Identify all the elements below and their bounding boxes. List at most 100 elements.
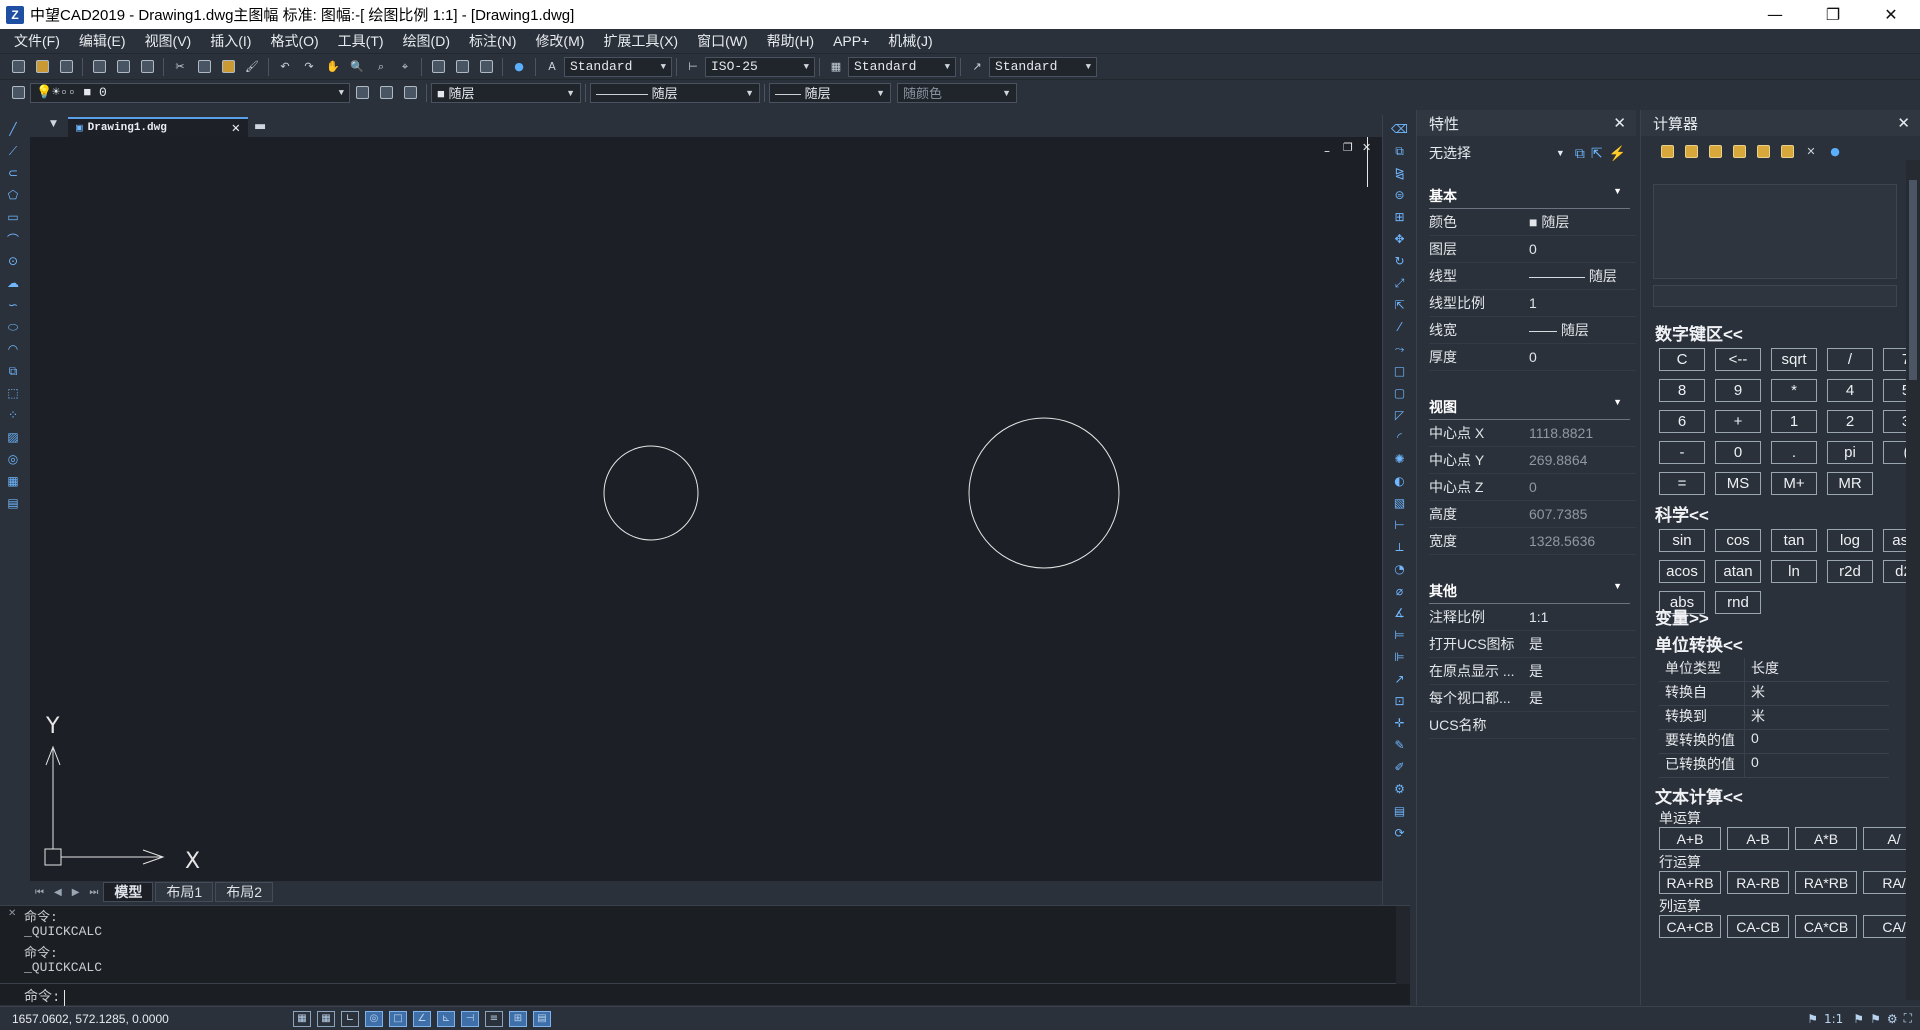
drawing-canvas[interactable]: Y X – ❐ ✕ [30, 137, 1382, 881]
prop-row-thickness[interactable]: 厚度 0 [1429, 344, 1636, 371]
region-icon[interactable]: ◎ [5, 451, 21, 467]
offset-icon[interactable]: ⊜ [1392, 187, 1408, 203]
unit-row-type[interactable]: 单位类型 长度 [1659, 658, 1889, 682]
first-layout-icon[interactable]: ⏮ [35, 887, 44, 898]
menu-window[interactable]: 窗口(W) [697, 31, 748, 51]
calculator-input-field[interactable] [1653, 285, 1897, 307]
last-layout-icon[interactable]: ⏭ [89, 887, 98, 898]
stretch-icon[interactable]: ⇱ [1392, 297, 1408, 313]
dim-linear-icon[interactable]: ⊢ [1392, 517, 1408, 533]
calc-key[interactable]: tan [1771, 529, 1817, 552]
trim-icon[interactable]: ⁄ [1392, 319, 1408, 335]
close-button[interactable]: ✕ [1862, 0, 1920, 29]
small-circle[interactable] [603, 445, 699, 541]
print-icon[interactable] [90, 58, 108, 76]
plotstyle-select[interactable]: 随颜色 ▼ [897, 82, 1017, 103]
zoom-realtime-icon[interactable]: 🔍 [348, 58, 366, 76]
properties-close-icon[interactable]: ✕ [1613, 114, 1626, 132]
dim-continue-icon[interactable]: ⊫ [1392, 649, 1408, 665]
menu-edit[interactable]: 编辑(E) [79, 31, 126, 51]
properties-icon[interactable] [429, 58, 447, 76]
toggle-pickadd-icon[interactable]: ⧉ [1575, 145, 1585, 162]
ellipse-icon[interactable]: ⬭ [5, 319, 21, 335]
calc-key[interactable]: atan [1715, 560, 1761, 583]
polyline-icon[interactable]: ⊂ [5, 165, 21, 181]
calc-key[interactable]: CA-CB [1727, 915, 1789, 938]
workspace-icon[interactable]: ⚑ [1870, 1012, 1881, 1026]
prop-row-ucs-per-viewport[interactable]: 每个视口都... 是 [1429, 685, 1636, 712]
hatchedit-icon[interactable]: ▧ [1392, 495, 1408, 511]
tab-layout2[interactable]: 布局2 [215, 882, 273, 902]
view-section-header[interactable]: 视图 ▼ [1429, 397, 1630, 420]
snap-toggle-icon[interactable]: ▦ [293, 1010, 311, 1027]
open-icon[interactable] [33, 58, 51, 76]
close-tab-icon[interactable]: ✕ [232, 120, 240, 137]
lineweight-select[interactable]: —— 随层 ▼ [769, 82, 891, 103]
array-icon[interactable]: ⊞ [1392, 209, 1408, 225]
menu-app[interactable]: APP+ [833, 33, 869, 49]
calc-key[interactable]: M+ [1771, 472, 1817, 495]
clear-history-icon[interactable] [1682, 142, 1700, 160]
viewport-minimize-icon[interactable]: – [1324, 144, 1330, 158]
tab-layout1[interactable]: 布局1 [155, 882, 214, 902]
selection-select[interactable]: 无选择 ▼ ⧉ ⇱ ⚡ [1417, 136, 1636, 170]
annotation-visibility-icon[interactable]: ⚑ [1807, 1012, 1818, 1026]
calc-key[interactable]: rnd [1715, 591, 1761, 614]
command-input[interactable]: 命令: [0, 983, 1396, 1006]
get-distance-icon[interactable] [1754, 142, 1772, 160]
calc-key[interactable]: 9 [1715, 379, 1761, 402]
new-icon[interactable] [9, 58, 27, 76]
menu-mechanical[interactable]: 机械(J) [888, 31, 932, 51]
pan-icon[interactable]: ✋ [324, 58, 342, 76]
otrack-toggle-icon[interactable]: ∠ [413, 1010, 431, 1027]
menu-tools[interactable]: 工具(T) [338, 31, 384, 51]
dim-radius-icon[interactable]: ◔ [1392, 561, 1408, 577]
fillet-icon[interactable]: ◜ [1392, 429, 1408, 445]
calc-key[interactable]: 0 [1715, 441, 1761, 464]
command-close-icon[interactable]: ✕ [8, 908, 16, 919]
design-center-icon[interactable] [453, 58, 471, 76]
undo-icon[interactable]: ↶ [276, 58, 294, 76]
calc-key[interactable]: C [1659, 348, 1705, 371]
osnap-toggle-icon[interactable]: □ [389, 1010, 407, 1027]
prop-row-ltscale[interactable]: 线型比例 1 [1429, 290, 1636, 317]
calc-key[interactable]: 2 [1827, 410, 1873, 433]
calc-key[interactable]: log [1827, 529, 1873, 552]
mtext-icon[interactable]: ▤ [5, 495, 21, 511]
qp-toggle-icon[interactable]: ▤ [533, 1010, 551, 1027]
dim-baseline-icon[interactable]: ⊨ [1392, 627, 1408, 643]
mleader-style-select[interactable]: Standard ▼ [989, 56, 1097, 77]
unit-row-to[interactable]: 转换到米 [1659, 706, 1889, 730]
dyn-ucs-toggle-icon[interactable]: ⊾ [437, 1010, 455, 1027]
explode-icon[interactable]: ✺ [1392, 451, 1408, 467]
menu-modify[interactable]: 修改(M) [535, 31, 584, 51]
make-current-icon[interactable] [353, 84, 371, 102]
calc-key[interactable]: = [1659, 472, 1705, 495]
other-section-header[interactable]: 其他 ▼ [1429, 581, 1630, 604]
menu-format[interactable]: 格式(O) [270, 31, 318, 51]
units-section-header[interactable]: 单位转换<< [1655, 631, 1743, 656]
unit-row-value[interactable]: 要转换的值 0 [1659, 730, 1889, 754]
get-point-icon[interactable] [1730, 142, 1748, 160]
pedit-icon[interactable]: ◐ [1392, 473, 1408, 489]
dim-aligned-icon[interactable]: ⟂ [1392, 539, 1408, 555]
polar-toggle-icon[interactable]: ◎ [365, 1010, 383, 1027]
minimize-button[interactable]: — [1746, 0, 1804, 29]
calc-key[interactable]: r2d [1827, 560, 1873, 583]
calc-key[interactable]: MR [1827, 472, 1873, 495]
calc-key[interactable]: CA+CB [1659, 915, 1721, 938]
print-preview-icon[interactable] [114, 58, 132, 76]
calc-key[interactable]: RA*RB [1795, 871, 1857, 894]
zoom-previous-icon[interactable]: ⌖ [396, 58, 414, 76]
move-icon[interactable]: ✥ [1392, 231, 1408, 247]
scale-icon[interactable]: ⤢ [1392, 275, 1408, 291]
calc-key[interactable]: 6 [1659, 410, 1705, 433]
match-properties-icon[interactable]: 🖌 [243, 58, 261, 76]
rotate-icon[interactable]: ↻ [1392, 253, 1408, 269]
menu-insert[interactable]: 插入(I) [210, 31, 251, 51]
calc-key[interactable]: MS [1715, 472, 1761, 495]
restore-button[interactable]: ❐ [1804, 0, 1862, 29]
new-tab-icon[interactable]: ▬ [254, 119, 266, 134]
get-angle-icon[interactable] [1778, 142, 1796, 160]
ortho-toggle-icon[interactable]: ∟ [341, 1010, 359, 1027]
